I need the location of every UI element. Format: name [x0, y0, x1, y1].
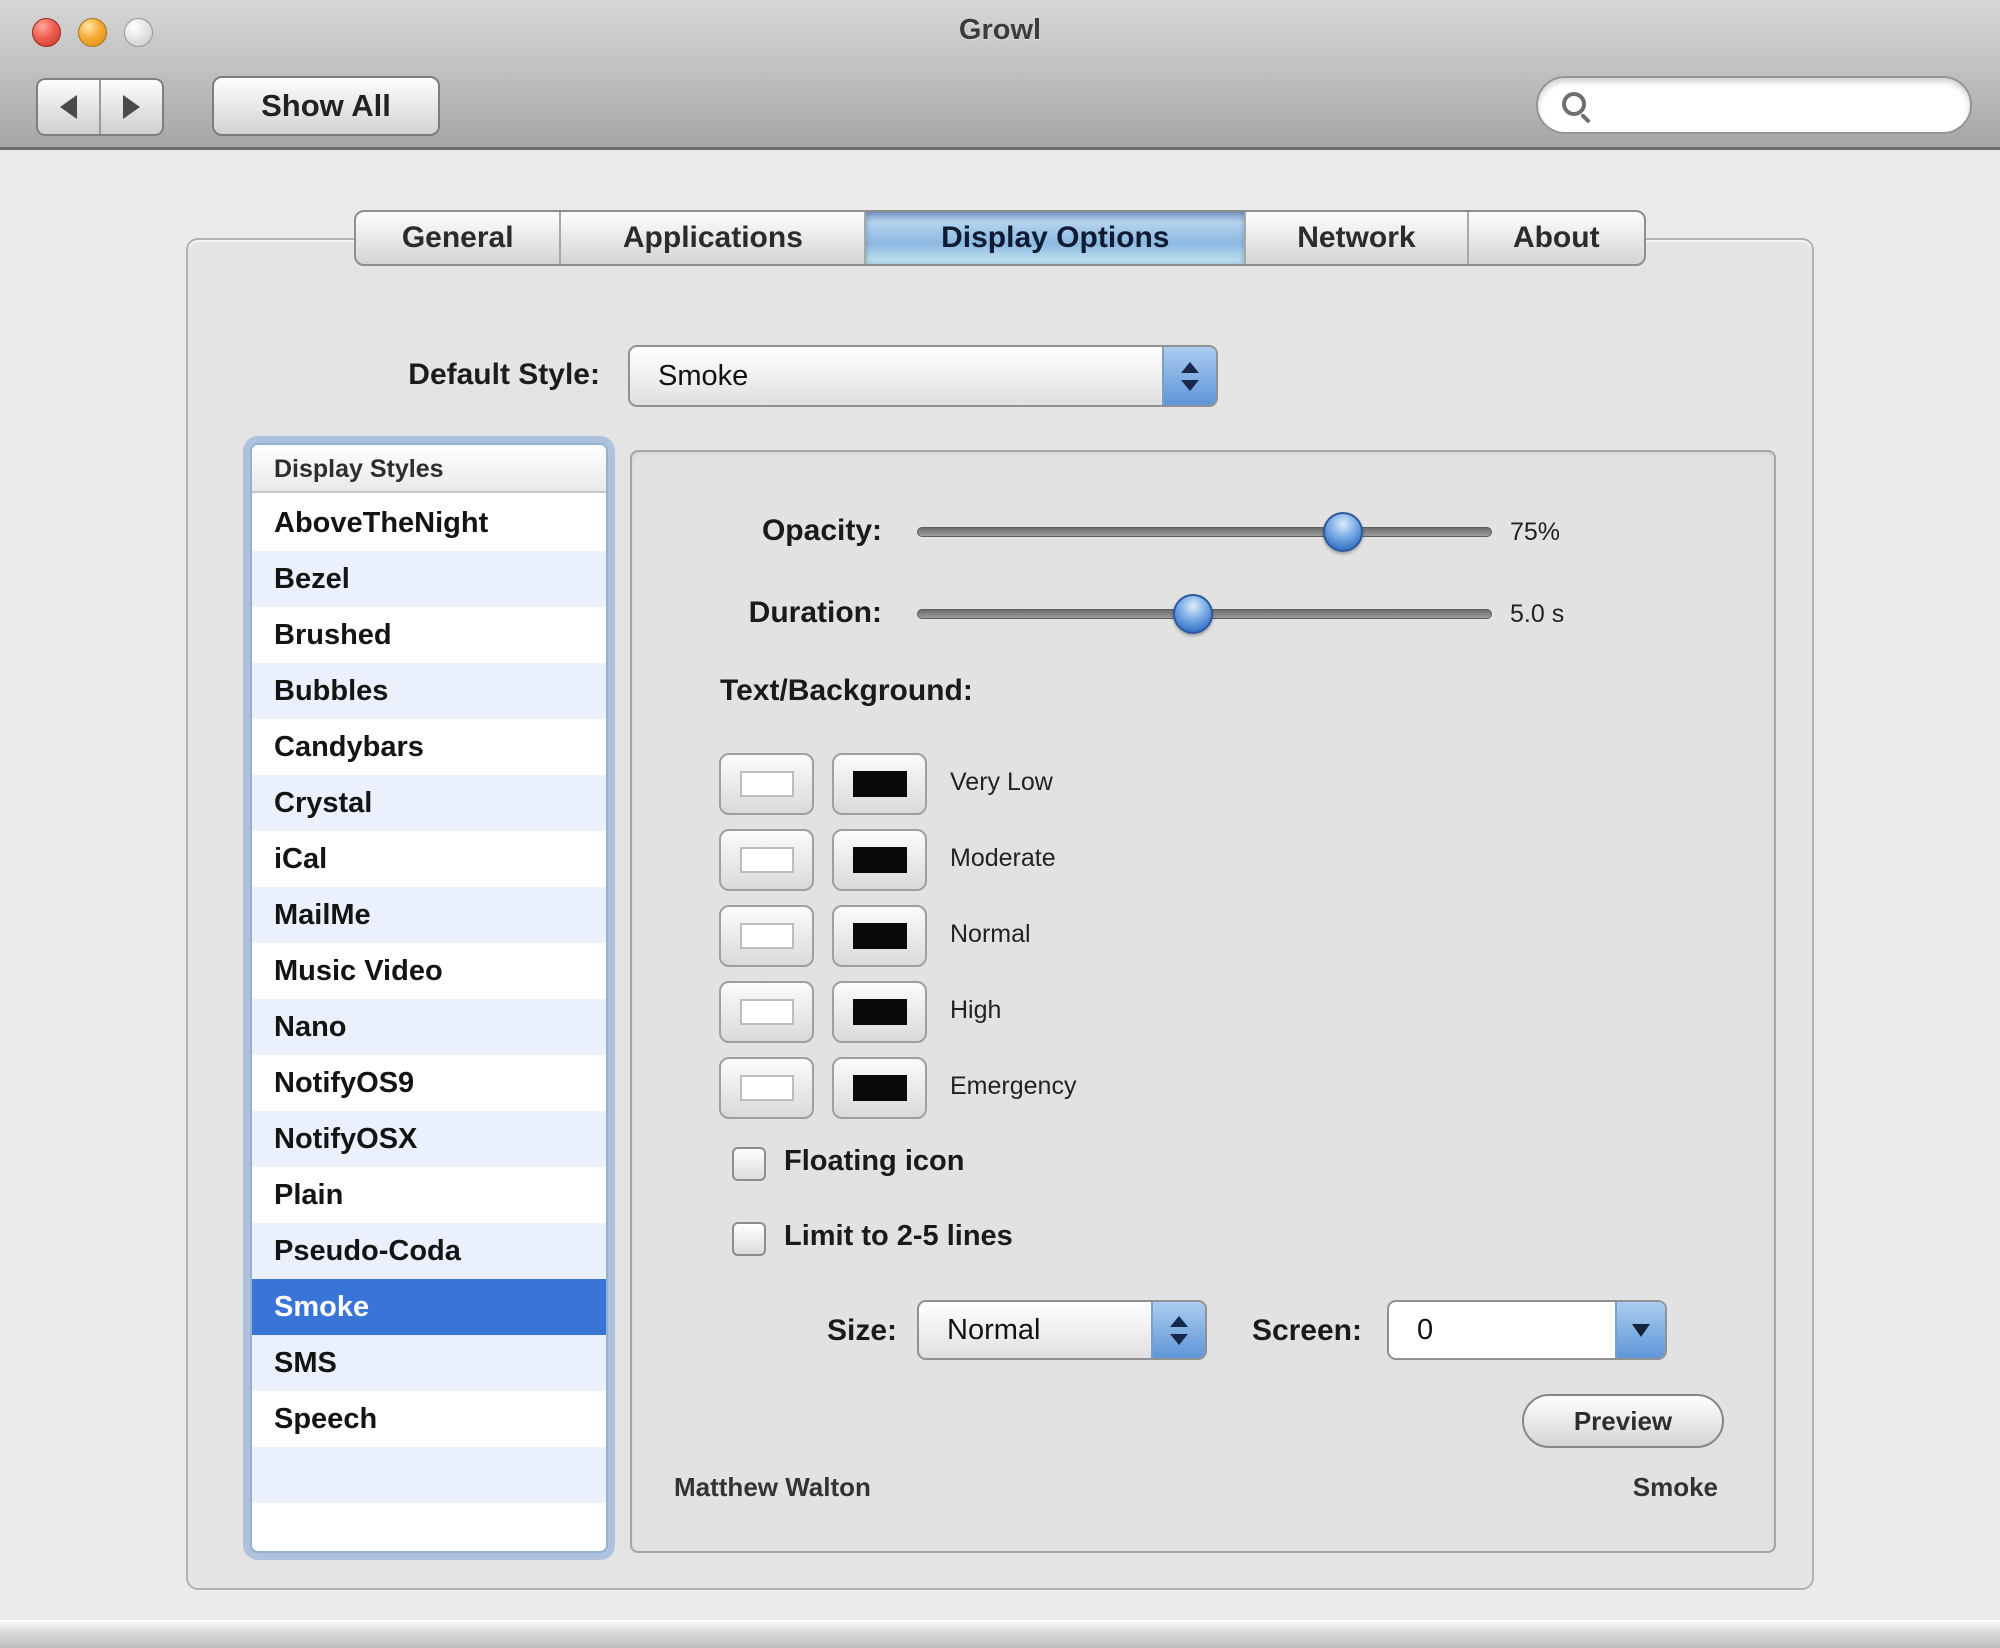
window-bottom-edge [0, 1620, 2000, 1648]
list-item-plain[interactable]: Plain [252, 1167, 606, 1223]
list-item-brushed[interactable]: Brushed [252, 607, 606, 663]
list-item-nano[interactable]: Nano [252, 999, 606, 1055]
opacity-value: 75% [1510, 518, 1660, 547]
background-color-swatch [853, 999, 907, 1025]
nav-buttons [36, 78, 164, 136]
list-item-sms[interactable]: SMS [252, 1335, 606, 1391]
list-item-mailme[interactable]: MailMe [252, 887, 606, 943]
list-item-bezel[interactable]: Bezel [252, 551, 606, 607]
duration-label: Duration: [632, 596, 882, 630]
forward-arrow-icon [123, 95, 140, 119]
tab-about[interactable]: About [1469, 212, 1644, 264]
text-color-well-high[interactable] [719, 981, 814, 1043]
priority-label-normal: Normal [950, 920, 1031, 949]
list-item-notifyosx[interactable]: NotifyOSX [252, 1111, 606, 1167]
text-color-swatch [740, 847, 794, 873]
size-label: Size: [737, 1314, 897, 1348]
back-arrow-icon [60, 95, 77, 119]
text-color-swatch [740, 771, 794, 797]
tab-network[interactable]: Network [1246, 212, 1468, 264]
popup-updown-arrows-icon [1162, 347, 1216, 405]
tab-applications[interactable]: Applications [561, 212, 866, 264]
background-color-swatch [853, 1075, 907, 1101]
list-item-empty [252, 1447, 606, 1503]
display-styles-list: Display Styles AboveTheNightBezelBrushed… [250, 443, 608, 1553]
background-color-well-moderate[interactable] [832, 829, 927, 891]
background-color-well-normal[interactable] [832, 905, 927, 967]
priority-label-moderate: Moderate [950, 844, 1056, 873]
text-color-swatch [740, 999, 794, 1025]
screen-value: 0 [1417, 1302, 1433, 1358]
tab-display-options[interactable]: Display Options [866, 212, 1246, 264]
opacity-slider-track[interactable] [917, 527, 1492, 537]
size-value: Normal [947, 1302, 1040, 1358]
display-styles-rows: AboveTheNightBezelBrushedBubblesCandybar… [252, 495, 606, 1551]
text-background-label: Text/Background: [720, 674, 973, 708]
list-item-crystal[interactable]: Crystal [252, 775, 606, 831]
search-field[interactable] [1536, 76, 1972, 134]
list-item-candybars[interactable]: Candybars [252, 719, 606, 775]
list-item-abovethenight[interactable]: AboveTheNight [252, 495, 606, 551]
limit-to-2-5-lines-checkbox[interactable] [732, 1222, 766, 1256]
duration-value: 5.0 s [1510, 600, 1660, 629]
priority-label-very-low: Very Low [950, 768, 1053, 797]
show-all-button[interactable]: Show All [212, 76, 440, 136]
background-color-well-emergency[interactable] [832, 1057, 927, 1119]
titlebar[interactable]: Growl Show All [0, 0, 2000, 150]
opacity-slider-thumb[interactable] [1323, 512, 1363, 552]
default-style-label: Default Style: [240, 358, 600, 392]
screen-label: Screen: [1222, 1314, 1362, 1348]
growl-preferences-window: Growl Show All GeneralApplicationsDispla… [0, 0, 2000, 1648]
text-color-swatch [740, 1075, 794, 1101]
text-color-well-emergency[interactable] [719, 1057, 814, 1119]
back-button[interactable] [38, 80, 101, 134]
search-input[interactable] [1598, 82, 1952, 128]
priority-label-emergency: Emergency [950, 1072, 1076, 1101]
list-item-notifyos9[interactable]: NotifyOS9 [252, 1055, 606, 1111]
text-color-swatch [740, 923, 794, 949]
style-author: Matthew Walton [674, 1472, 871, 1503]
list-item-speech[interactable]: Speech [252, 1391, 606, 1447]
list-item-music-video[interactable]: Music Video [252, 943, 606, 999]
default-style-value: Smoke [658, 347, 748, 405]
size-updown-arrows-icon [1151, 1302, 1205, 1358]
content-area: GeneralApplicationsDisplay OptionsNetwor… [0, 153, 2000, 1620]
background-color-swatch [853, 771, 907, 797]
screen-dropdown-arrow-icon [1615, 1302, 1665, 1358]
display-styles-column-header[interactable]: Display Styles [252, 445, 606, 493]
opacity-label: Opacity: [632, 514, 882, 548]
text-color-well-very-low[interactable] [719, 753, 814, 815]
priority-label-high: High [950, 996, 1001, 1025]
text-color-well-normal[interactable] [719, 905, 814, 967]
preview-button[interactable]: Preview [1522, 1394, 1724, 1448]
list-item-ical[interactable]: iCal [252, 831, 606, 887]
background-color-swatch [853, 847, 907, 873]
duration-slider-thumb[interactable] [1173, 594, 1213, 634]
background-color-well-high[interactable] [832, 981, 927, 1043]
background-color-well-very-low[interactable] [832, 753, 927, 815]
tab-bar: GeneralApplicationsDisplay OptionsNetwor… [354, 210, 1646, 266]
list-item-empty [252, 1503, 606, 1551]
size-popup[interactable]: Normal [917, 1300, 1207, 1360]
search-icon [1562, 92, 1586, 116]
list-item-bubbles[interactable]: Bubbles [252, 663, 606, 719]
tab-general[interactable]: General [356, 212, 561, 264]
screen-combo[interactable]: 0 [1387, 1300, 1667, 1360]
limit-to-2-5-lines-checkbox-label[interactable]: Limit to 2-5 lines [784, 1220, 1013, 1253]
window-title: Growl [0, 14, 2000, 47]
default-style-popup[interactable]: Smoke [628, 345, 1218, 407]
text-color-well-moderate[interactable] [719, 829, 814, 891]
floating-icon-checkbox[interactable] [732, 1147, 766, 1181]
display-options-panel: Opacity: 75% Duration: 5.0 s Text/Backgr… [630, 450, 1776, 1553]
background-color-swatch [853, 923, 907, 949]
list-item-pseudo-coda[interactable]: Pseudo-Coda [252, 1223, 606, 1279]
selected-style-name: Smoke [1633, 1472, 1718, 1503]
forward-button[interactable] [101, 80, 162, 134]
floating-icon-checkbox-label[interactable]: Floating icon [784, 1145, 964, 1178]
list-item-smoke[interactable]: Smoke [252, 1279, 606, 1335]
